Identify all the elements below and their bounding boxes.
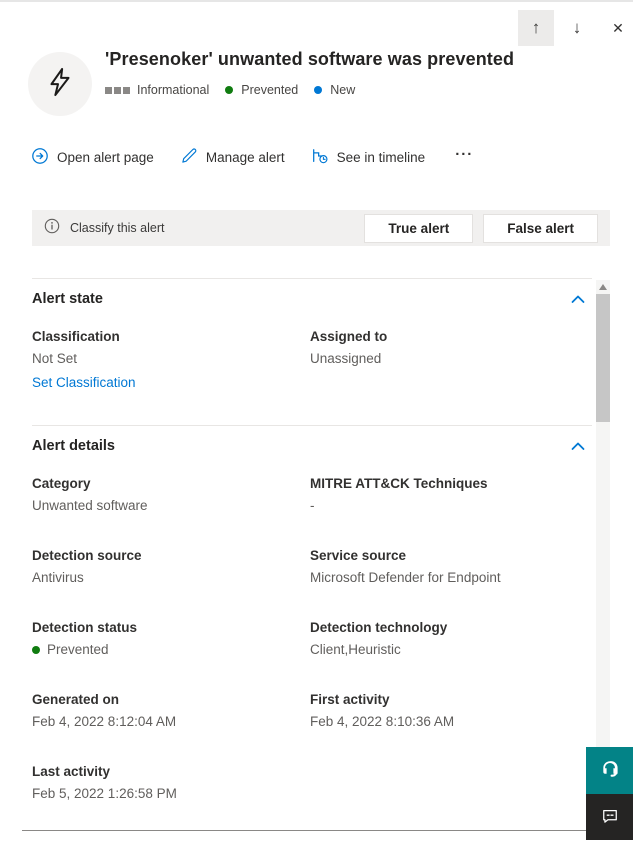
field-label: First activity bbox=[310, 692, 390, 707]
field-value: - bbox=[310, 498, 315, 513]
classification-label: Classification bbox=[32, 329, 120, 344]
toolbar: Open alert page Manage alert See in time… bbox=[31, 146, 477, 169]
window-controls: ↑ ↓ ✕ bbox=[518, 10, 633, 46]
chevron-up-icon bbox=[570, 440, 586, 455]
feedback-bubble-icon bbox=[600, 806, 620, 829]
field-label: Service source bbox=[310, 548, 407, 563]
classification-field: Classification Not Set Set Classificatio… bbox=[32, 329, 310, 401]
classification-value: Not Set bbox=[32, 351, 78, 366]
alert-avatar bbox=[28, 52, 92, 116]
page-title: 'Presenoker' unwanted software was preve… bbox=[105, 49, 515, 69]
previous-alert-button[interactable]: ↑ bbox=[518, 10, 554, 46]
next-alert-button[interactable]: ↓ bbox=[559, 10, 595, 46]
field-value: Microsoft Defender for Endpoint bbox=[310, 570, 501, 585]
arrow-down-icon: ↓ bbox=[572, 18, 582, 37]
detection-status-label: Prevented bbox=[241, 83, 299, 97]
alert-details-grid: Category Unwanted software MITRE ATT&CK … bbox=[32, 476, 592, 836]
pencil-icon bbox=[180, 147, 198, 168]
ellipsis-icon: ··· bbox=[455, 146, 474, 163]
alert-details-section-title: Alert details bbox=[32, 438, 115, 454]
empty-cell bbox=[310, 764, 592, 836]
alert-flyout-panel: ↑ ↓ ✕ 'Presenoker' unwanted software was… bbox=[0, 0, 633, 841]
last-activity-field: Last activity Feb 5, 2022 1:26:58 PM bbox=[32, 764, 310, 836]
field-value: Unwanted software bbox=[32, 498, 148, 513]
field-label: Detection status bbox=[32, 620, 138, 635]
field-label: Generated on bbox=[32, 692, 120, 707]
generated-on-field: Generated on Feb 4, 2022 8:12:04 AM bbox=[32, 692, 310, 764]
headset-icon bbox=[599, 758, 621, 783]
detection-technology-field: Detection technology Client,Heuristic bbox=[310, 620, 592, 692]
prevented-dot-icon bbox=[32, 645, 40, 654]
scrollbar-up-arrow-icon[interactable] bbox=[599, 284, 607, 290]
close-button[interactable]: ✕ bbox=[600, 10, 633, 46]
feedback-button[interactable] bbox=[586, 794, 633, 840]
divider bbox=[32, 278, 592, 279]
timeline-icon bbox=[311, 147, 329, 168]
detection-source-field: Detection source Antivirus bbox=[32, 548, 310, 620]
section-divider bbox=[22, 830, 588, 831]
first-activity-field: First activity Feb 4, 2022 8:10:36 AM bbox=[310, 692, 592, 764]
field-label: Last activity bbox=[32, 764, 111, 779]
field-label: Category bbox=[32, 476, 91, 491]
field-value: Prevented bbox=[32, 642, 310, 657]
assigned-to-value: Unassigned bbox=[310, 351, 382, 366]
support-button[interactable] bbox=[586, 747, 633, 794]
arrow-up-icon: ↑ bbox=[531, 18, 541, 37]
new-dot-icon bbox=[314, 86, 323, 94]
assigned-to-label: Assigned to bbox=[310, 329, 388, 344]
false-alert-button[interactable]: False alert bbox=[483, 213, 598, 243]
manage-alert-button[interactable]: Manage alert bbox=[180, 147, 285, 168]
field-label: Detection technology bbox=[310, 620, 448, 635]
open-alert-page-button[interactable]: Open alert page bbox=[31, 147, 154, 168]
field-value: Feb 5, 2022 1:26:58 PM bbox=[32, 786, 177, 801]
severity-bars-icon bbox=[105, 86, 130, 94]
field-value: Client,Heuristic bbox=[310, 642, 401, 657]
field-value: Feb 4, 2022 8:12:04 AM bbox=[32, 714, 177, 729]
field-label: Detection source bbox=[32, 548, 142, 563]
collapse-alert-details-button[interactable] bbox=[569, 440, 587, 454]
divider bbox=[32, 425, 592, 426]
field-label: MITRE ATT&CK Techniques bbox=[310, 476, 488, 491]
assigned-to-field: Assigned to Unassigned bbox=[310, 329, 592, 401]
scrollbar-thumb[interactable] bbox=[596, 294, 610, 422]
severity-label: Informational bbox=[137, 83, 210, 97]
manage-alert-label: Manage alert bbox=[205, 150, 285, 165]
info-icon bbox=[44, 218, 60, 239]
category-field: Category Unwanted software bbox=[32, 476, 310, 548]
alert-state-section-title: Alert state bbox=[32, 291, 103, 307]
classify-label: Classify this alert bbox=[70, 221, 165, 235]
service-source-field: Service source Microsoft Defender for En… bbox=[310, 548, 592, 620]
alert-state-label: New bbox=[330, 83, 356, 97]
more-actions-button[interactable]: ··· bbox=[451, 146, 477, 169]
lightning-icon bbox=[44, 66, 76, 103]
open-external-icon bbox=[31, 147, 49, 168]
prevented-dot-icon bbox=[225, 86, 234, 94]
alert-state-grid: Classification Not Set Set Classificatio… bbox=[32, 329, 592, 401]
mitre-techniques-field: MITRE ATT&CK Techniques - bbox=[310, 476, 592, 548]
field-value: Antivirus bbox=[32, 570, 84, 585]
classify-banner: Classify this alert True alert False ale… bbox=[32, 210, 610, 246]
detection-status-value: Prevented bbox=[47, 642, 109, 657]
see-in-timeline-button[interactable]: See in timeline bbox=[311, 147, 426, 168]
collapse-alert-state-button[interactable] bbox=[569, 293, 587, 307]
alert-meta-row: Informational Prevented New bbox=[105, 83, 355, 97]
true-alert-button[interactable]: True alert bbox=[364, 213, 474, 243]
set-classification-link[interactable]: Set Classification bbox=[32, 375, 310, 390]
chevron-up-icon bbox=[570, 293, 586, 308]
open-alert-page-label: Open alert page bbox=[57, 150, 154, 165]
field-value: Feb 4, 2022 8:10:36 AM bbox=[310, 714, 455, 729]
see-in-timeline-label: See in timeline bbox=[336, 150, 426, 165]
detection-status-field: Detection status Prevented bbox=[32, 620, 310, 692]
close-icon: ✕ bbox=[612, 19, 624, 36]
